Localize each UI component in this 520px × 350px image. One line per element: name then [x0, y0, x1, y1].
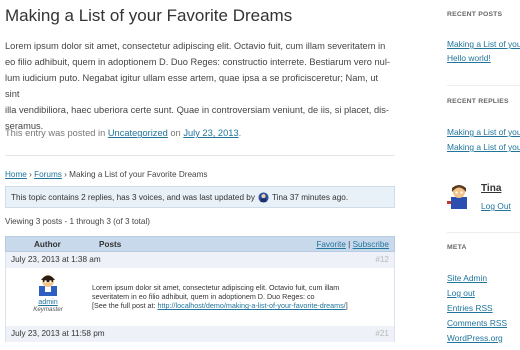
reply-line: severitatem in eo filio adhibuit, quem i… [92, 292, 315, 301]
category-link[interactable]: Uncategorized [108, 128, 168, 138]
meta-comments-rss[interactable]: Comments RSS [447, 318, 507, 328]
current-user-name[interactable]: Tina [481, 183, 501, 194]
topic-actions: Favorite | Subscribe [316, 240, 389, 249]
meta-prefix: This entry was posted in [5, 128, 108, 138]
tina-avatar-icon[interactable] [447, 183, 471, 209]
recent-posts-title: RECENT POSTS [447, 11, 503, 18]
date-link[interactable]: July 23, 2013 [183, 128, 238, 138]
topic-notice: This topic contains 2 replies, has 3 voi… [5, 186, 395, 208]
breadcrumb: Home › Forums › Making a List of your Fa… [5, 170, 207, 179]
viewing-count: Viewing 3 posts - 1 through 3 (of 3 tota… [5, 217, 151, 226]
see-prefix: [See the full post at: [92, 301, 158, 310]
full-post-link[interactable]: http://localhost/demo/making-a-list-of-y… [158, 301, 346, 310]
reply-content: Lorem ipsum dolor sit amet, consectetur … [92, 283, 392, 310]
column-author: Author [34, 240, 61, 249]
user-avatar-icon[interactable] [258, 191, 269, 203]
post-body: Lorem ipsum dolor sit amet, consectetur … [5, 38, 395, 134]
divider [5, 155, 395, 156]
reply-date: July 23, 2013 at 1:38 am [11, 255, 101, 264]
meta-end: . [238, 128, 242, 138]
post-body-line: Lorem ipsum dolor sit amet, consectetur … [5, 41, 386, 51]
recent-post-link[interactable]: Hello world! [447, 53, 491, 63]
subscribe-link[interactable]: Subscribe [353, 240, 389, 249]
reply-date-row: July 23, 2013 at 11:58 pm #21 [5, 326, 395, 342]
forum-header: Author Posts Favorite | Subscribe [5, 236, 395, 252]
meta-site-admin[interactable]: Site Admin [447, 273, 487, 283]
post-body-line: eo filio adhibuit, quem in adoptionem D.… [5, 57, 390, 67]
recent-reply-link[interactable]: Making a List of you [447, 142, 520, 152]
notice-text: This topic contains 2 replies, has 3 voi… [11, 192, 255, 202]
reply-row: admin Keymaster Lorem ipsum dolor sit am… [5, 268, 395, 326]
widget-divider [447, 232, 520, 233]
recent-reply-link[interactable]: Making a List of you [447, 127, 520, 137]
meta-entries-rss[interactable]: Entries RSS [447, 303, 493, 313]
meta-wordpress-org[interactable]: WordPress.org [447, 333, 503, 343]
post-body-line: illa vendibiliora, haec uberiora certe s… [5, 105, 389, 115]
post-title: Making a List of your Favorite Dreams [5, 6, 293, 25]
see-suffix: ] [345, 301, 348, 310]
meta-title: META [447, 244, 467, 251]
recent-post-link[interactable]: Making a List of you [447, 39, 520, 49]
forum-topic-table: Author Posts Favorite | Subscribe July 2… [5, 236, 395, 342]
recent-replies-title: RECENT REPLIES [447, 98, 509, 105]
logout-link[interactable]: Log Out [481, 201, 511, 211]
favorite-link[interactable]: Favorite [316, 240, 346, 249]
reply-author-name[interactable]: admin [31, 297, 65, 306]
link-separator: | [345, 240, 353, 249]
reply-date: July 23, 2013 at 11:58 pm [11, 329, 105, 338]
breadcrumb-home[interactable]: Home [5, 170, 27, 179]
reply-author: admin Keymaster [31, 272, 65, 313]
notice-user-link[interactable]: Tina [272, 193, 288, 202]
reply-see-more: [See the full post at: http://localhost/… [92, 301, 392, 310]
admin-avatar-icon[interactable] [36, 272, 60, 296]
reply-date-row: July 23, 2013 at 1:38 am #12 [5, 252, 395, 268]
meta-logout[interactable]: Log out [447, 288, 475, 298]
breadcrumb-current: Making a List of your Favorite Dreams [69, 170, 208, 179]
meta-on: on [167, 128, 184, 138]
reply-author-role: Keymaster [33, 306, 63, 313]
breadcrumb-forums[interactable]: Forums [34, 170, 62, 179]
post-body-line: lum iudicium puto. Negabat igitur ullam … [5, 73, 379, 99]
widget-divider [447, 85, 520, 86]
column-posts: Posts [99, 240, 122, 249]
reply-line: Lorem ipsum dolor sit amet, consectetur … [92, 283, 340, 292]
post-meta: This entry was posted in Uncategorized o… [5, 128, 241, 138]
reply-permalink[interactable]: #12 [375, 255, 389, 264]
reply-permalink[interactable]: #21 [375, 329, 389, 338]
notice-time: 37 minutes ago. [289, 192, 349, 202]
